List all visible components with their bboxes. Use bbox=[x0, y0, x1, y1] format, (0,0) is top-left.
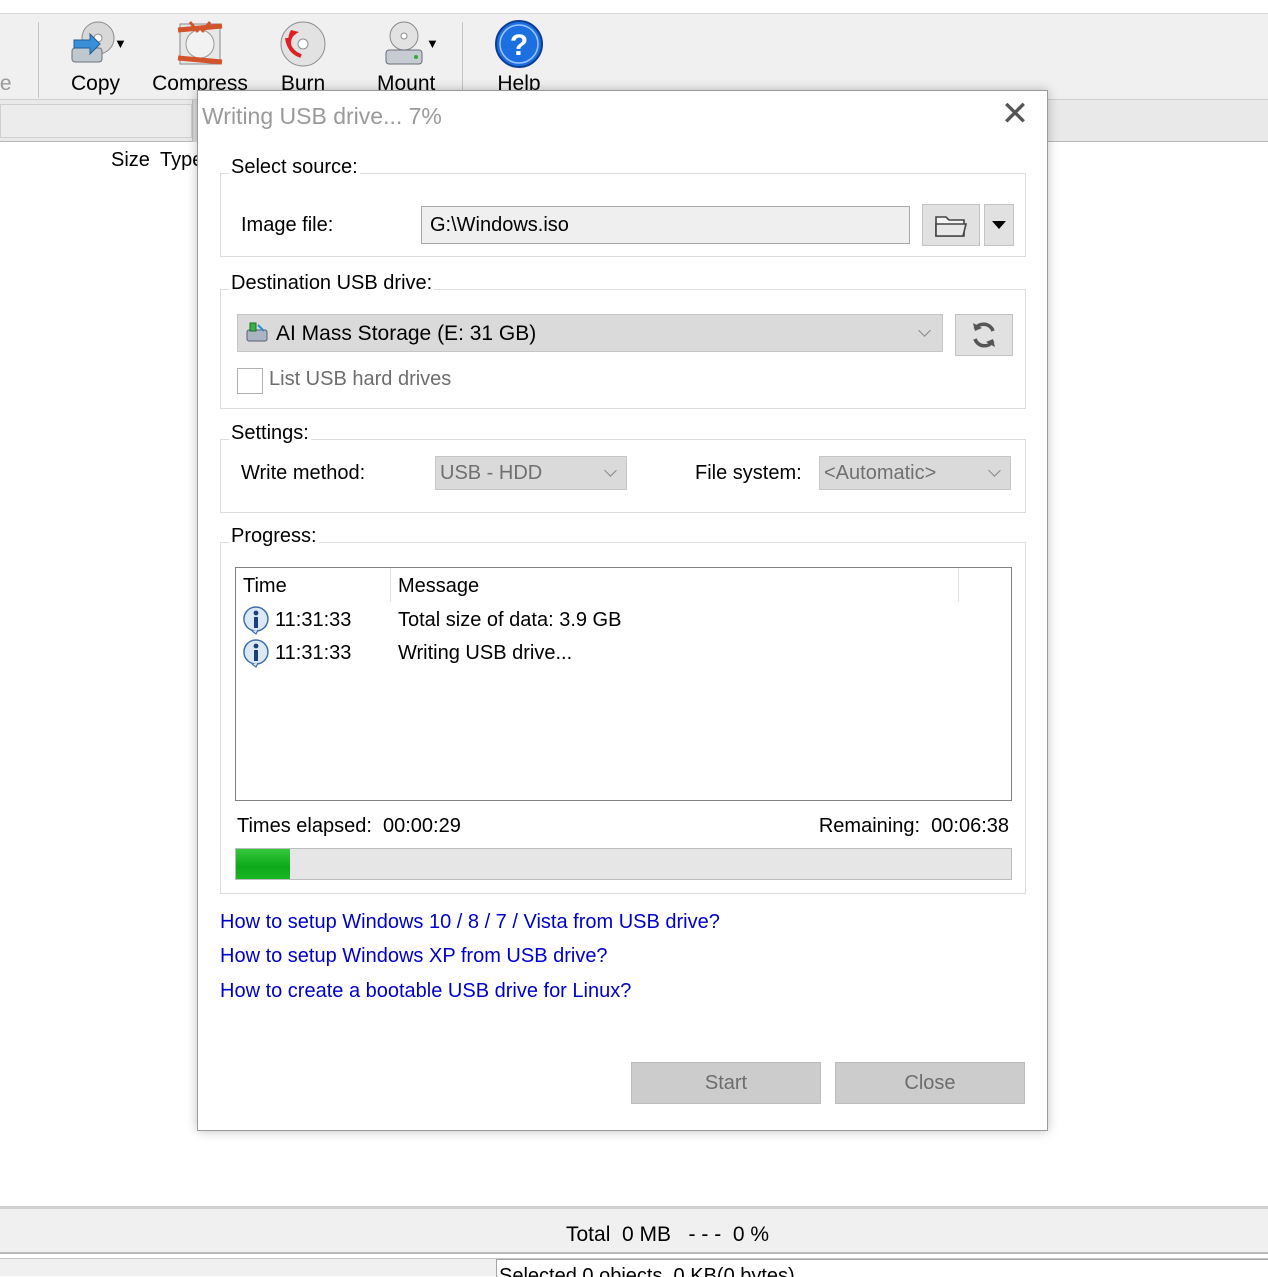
address-field[interactable] bbox=[0, 104, 192, 138]
burn-button[interactable]: Burn bbox=[270, 18, 336, 98]
log-header: Time Message bbox=[236, 568, 1011, 602]
time-elapsed-label: Times elapsed: bbox=[237, 815, 372, 837]
image-file-label: Image file: bbox=[241, 214, 334, 236]
compress-icon bbox=[177, 21, 223, 65]
settings-group-label: Settings: bbox=[229, 422, 311, 445]
chevron-down-icon bbox=[988, 464, 1001, 477]
log-message: Writing USB drive... bbox=[398, 642, 573, 664]
dialog-title: Writing USB drive... 7% bbox=[202, 103, 442, 129]
usb-drive-select[interactable]: AI Mass Storage (E: 31 GB) bbox=[237, 314, 943, 352]
write-method-select[interactable]: USB - HDD bbox=[435, 456, 627, 490]
burn-disc-icon bbox=[280, 21, 326, 67]
column-divider[interactable] bbox=[390, 568, 391, 602]
link-setup-windows-10[interactable]: How to setup Windows 10 / 8 / 7 / Vista … bbox=[220, 911, 720, 934]
status-total-text: Total 0 MB - - - 0 % bbox=[566, 1223, 770, 1246]
file-system-value: <Automatic> bbox=[824, 462, 937, 484]
compress-button[interactable]: Compress bbox=[150, 18, 250, 98]
progress-fill bbox=[236, 849, 291, 879]
start-button[interactable]: Start bbox=[631, 1062, 821, 1104]
link-bootable-linux[interactable]: How to create a bootable USB drive for L… bbox=[220, 980, 631, 1003]
mount-dropdown-arrow-icon[interactable]: ▼ bbox=[426, 36, 439, 51]
status-selected-panel: Selected 0 objects, 0 KB(0 bytes) bbox=[496, 1259, 1268, 1277]
write-method-value: USB - HDD bbox=[440, 462, 543, 484]
folder-icon bbox=[935, 216, 968, 237]
main-toolbar: te Copy ▼ Compress Burn bbox=[0, 14, 1268, 100]
file-system-select[interactable]: <Automatic> bbox=[819, 456, 1011, 490]
usb-drive-icon bbox=[246, 322, 268, 342]
file-system-label: File system: bbox=[695, 462, 802, 484]
status-bar-total: Total 0 MB - - - 0 % bbox=[0, 1206, 1268, 1254]
time-remaining: Remaining: 00:06:38 bbox=[819, 815, 1009, 838]
source-history-dropdown[interactable] bbox=[984, 204, 1014, 246]
toolbar-separator bbox=[38, 22, 39, 98]
time-remaining-value: 00:06:38 bbox=[931, 815, 1009, 837]
list-usb-hdd-checkbox[interactable] bbox=[237, 368, 263, 394]
dropdown-arrow-icon bbox=[992, 221, 1006, 229]
time-elapsed-value: 00:00:29 bbox=[383, 815, 461, 837]
write-method-label: Write method: bbox=[241, 462, 366, 484]
destination-group: Destination USB drive: AI Mass Storage (… bbox=[220, 272, 1026, 409]
progress-group-label: Progress: bbox=[229, 525, 319, 548]
progress-log-list[interactable]: Time Message 11:31:33 Total size of data… bbox=[235, 567, 1012, 801]
column-divider[interactable] bbox=[958, 568, 959, 602]
mount-button[interactable]: Mount ▼ bbox=[368, 18, 448, 98]
refresh-icon bbox=[973, 322, 995, 348]
browse-button[interactable] bbox=[922, 204, 980, 246]
info-icon bbox=[243, 606, 269, 635]
status-selected-text: Selected 0 objects, 0 KB(0 bytes) bbox=[499, 1265, 795, 1277]
column-header-size[interactable]: Size bbox=[111, 149, 150, 172]
copy-cd-icon bbox=[71, 21, 115, 63]
refresh-drives-button[interactable] bbox=[955, 314, 1013, 356]
copy-button[interactable]: Copy ▼ bbox=[56, 18, 132, 98]
settings-group: Settings: Write method: USB - HDD File s… bbox=[220, 422, 1026, 513]
column-header-time[interactable]: Time bbox=[243, 575, 287, 598]
app-top-strip bbox=[0, 0, 1268, 14]
list-usb-hdd-label[interactable]: List USB hard drives bbox=[269, 368, 451, 391]
link-setup-windows-xp[interactable]: How to setup Windows XP from USB drive? bbox=[220, 945, 608, 968]
image-file-field[interactable]: G:\Windows.iso bbox=[421, 206, 910, 244]
log-message: Total size of data: 3.9 GB bbox=[398, 609, 622, 631]
log-row[interactable]: 11:31:33 Writing USB drive... bbox=[236, 635, 1011, 668]
destination-group-label: Destination USB drive: bbox=[229, 272, 435, 295]
source-group-label: Select source: bbox=[229, 156, 360, 179]
copy-dropdown-arrow-icon[interactable]: ▼ bbox=[114, 36, 127, 51]
help-button[interactable]: ? Help bbox=[488, 18, 550, 98]
write-usb-dialog: Writing USB drive... 7% ✕ Select source:… bbox=[197, 90, 1048, 1131]
chevron-down-icon bbox=[918, 324, 931, 337]
write-progress-bar bbox=[235, 848, 1012, 880]
time-elapsed: Times elapsed: 00:00:29 bbox=[237, 815, 461, 838]
source-group: Select source: Image file: G:\Windows.is… bbox=[220, 156, 1026, 257]
log-row[interactable]: 11:31:33 Total size of data: 3.9 GB bbox=[236, 602, 1011, 635]
help-icon: ? bbox=[495, 20, 543, 68]
toolbar-separator bbox=[462, 22, 463, 98]
svg-text:?: ? bbox=[510, 29, 528, 62]
close-button[interactable]: Close bbox=[835, 1062, 1025, 1104]
info-icon bbox=[243, 639, 269, 668]
column-header-message[interactable]: Message bbox=[398, 575, 479, 598]
toolbar-partial-label: te bbox=[0, 72, 12, 95]
usb-drive-value: AI Mass Storage (E: 31 GB) bbox=[276, 322, 537, 345]
dialog-close-icon[interactable]: ✕ bbox=[997, 97, 1033, 133]
status-bar-selected: Selected 0 objects, 0 KB(0 bytes) bbox=[0, 1258, 1268, 1277]
progress-group: Progress: Time Message 11:31:33 Total si… bbox=[220, 525, 1026, 894]
chevron-down-icon bbox=[604, 464, 617, 477]
copy-label: Copy bbox=[71, 72, 121, 95]
log-time: 11:31:33 bbox=[275, 609, 352, 631]
log-time: 11:31:33 bbox=[275, 642, 352, 664]
time-remaining-label: Remaining: bbox=[818, 815, 921, 837]
